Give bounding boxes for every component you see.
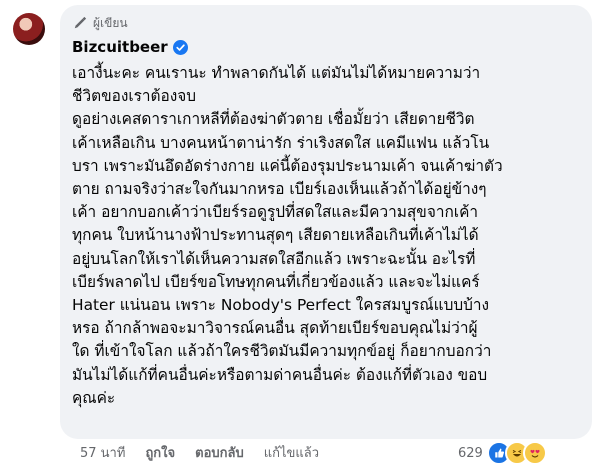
comment-actions: 57 นาที ถูกใจ ตอบกลับ แก้ไขแล้ว [80, 440, 339, 464]
author-badge: ผู้เขียน [72, 13, 580, 33]
comment-text: เอางี้นะคะ คนเรานะ ทำพลาดกันได้ แต่มันไม… [72, 64, 503, 407]
author-name[interactable]: Bizcuitbeer [72, 38, 168, 56]
author-badge-label: ผู้เขียน [93, 15, 128, 30]
edited-label[interactable]: แก้ไขแล้ว [264, 442, 319, 463]
avatar[interactable] [13, 13, 45, 45]
reply-button[interactable]: ตอบกลับ [195, 442, 244, 463]
love-icon [522, 441, 547, 465]
reaction-count: 629 [458, 445, 483, 461]
reaction-summary[interactable]: 629 [458, 441, 547, 465]
comment-bubble: ผู้เขียน Bizcuitbeer เอางี้นะคะ คนเรานะ … [60, 5, 592, 439]
quill-icon [72, 15, 88, 31]
verified-badge-icon [172, 39, 188, 55]
like-button[interactable]: ถูกใจ [145, 442, 175, 463]
comment-timestamp[interactable]: 57 นาที [80, 442, 125, 463]
